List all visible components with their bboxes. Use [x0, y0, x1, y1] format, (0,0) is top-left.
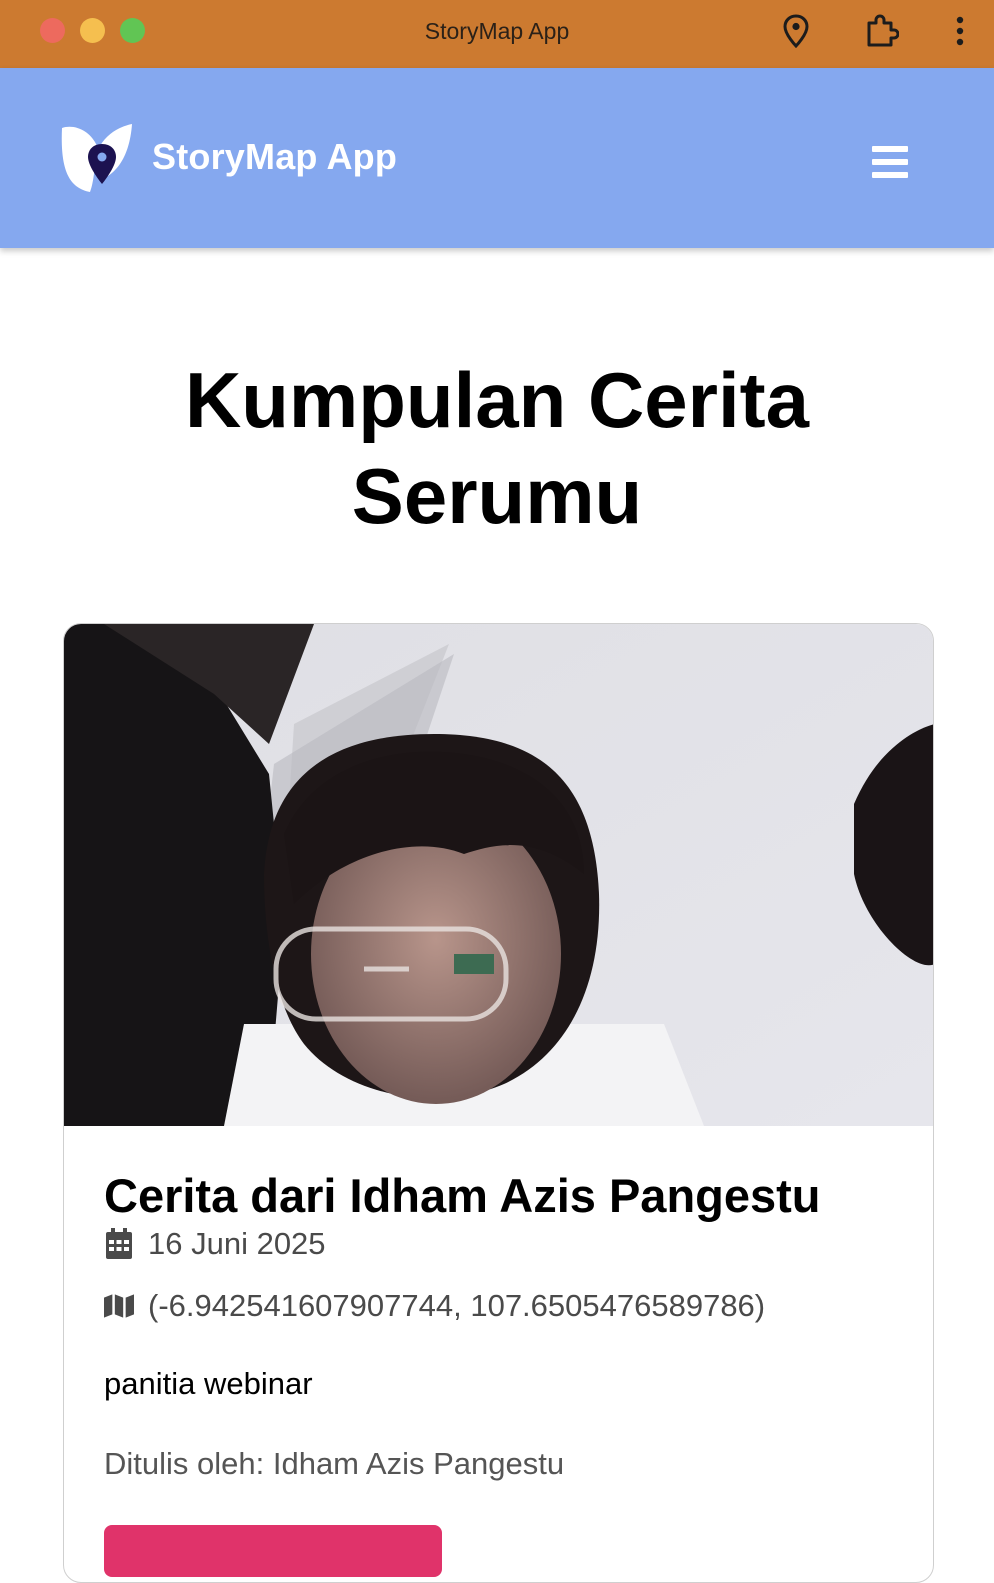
map-icon: [104, 1290, 134, 1322]
story-description: panitia webinar: [104, 1366, 313, 1401]
app-header: StoryMap App: [0, 68, 994, 248]
story-date-row: 16 Juni 2025: [104, 1226, 326, 1262]
location-pin-icon[interactable]: [780, 12, 812, 50]
butterfly-location-pin-logo[interactable]: [60, 124, 134, 194]
hamburger-menu-icon[interactable]: [872, 146, 908, 178]
story-date: 16 Juni 2025: [148, 1226, 326, 1261]
story-location-row: (-6.942541607907744, 107.6505476589786): [104, 1288, 765, 1324]
story-detail-button[interactable]: [104, 1525, 442, 1577]
more-vertical-icon[interactable]: [946, 12, 974, 50]
extension-icon[interactable]: [862, 12, 900, 50]
story-author: Ditulis oleh: Idham Azis Pangestu: [104, 1446, 565, 1481]
window-titlebar: StoryMap App: [0, 0, 994, 68]
story-card: Cerita dari Idham Azis Pangestu 16 Juni …: [63, 623, 934, 1583]
story-title[interactable]: Cerita dari Idham Azis Pangestu: [104, 1168, 821, 1223]
story-coordinates: (-6.942541607907744, 107.6505476589786): [148, 1288, 766, 1323]
window-title: StoryMap App: [424, 18, 570, 44]
calendar-icon: [104, 1228, 134, 1260]
page-title: Kumpulan Cerita Serumu: [184, 356, 810, 540]
story-photo: [64, 624, 933, 1126]
brand-name[interactable]: StoryMap App: [152, 136, 397, 178]
